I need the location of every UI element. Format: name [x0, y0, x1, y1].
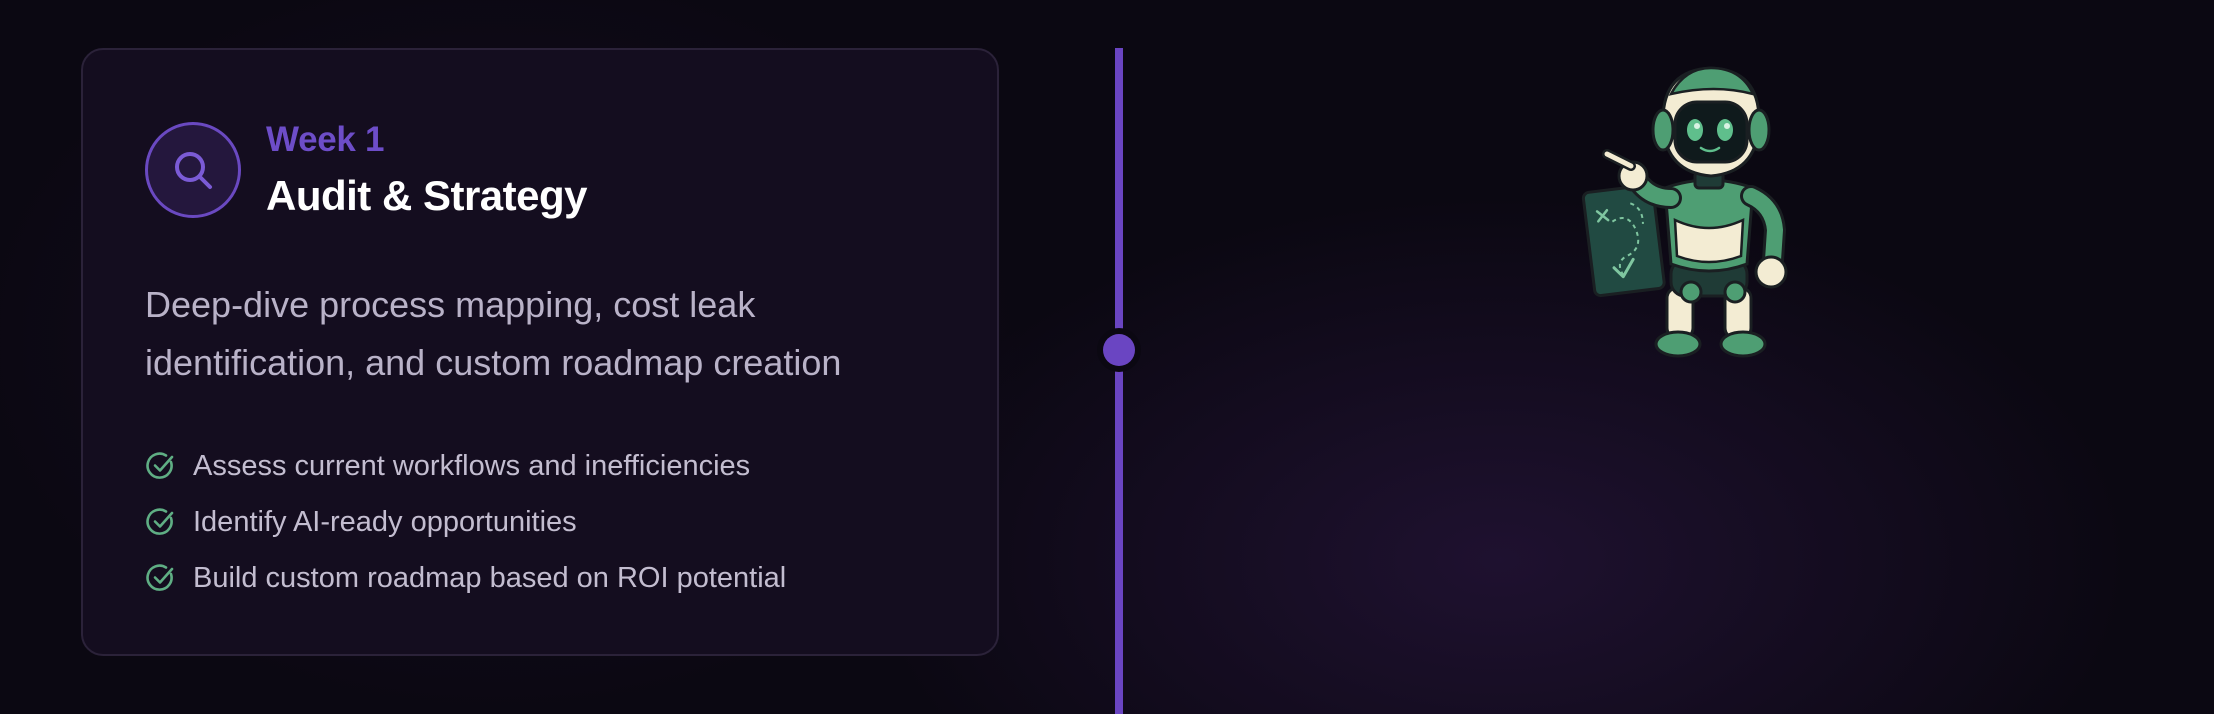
checklist: Assess current workflows and inefficienc…: [145, 438, 786, 606]
robot-with-map-icon: [1581, 66, 1788, 358]
step-title: Audit & Strategy: [266, 172, 588, 219]
check-circle-icon: [146, 564, 174, 591]
checklist-item: Assess current workflows and inefficienc…: [145, 438, 786, 494]
checklist-item-text: Identify AI-ready opportunities: [193, 505, 577, 538]
checklist-item: Build custom roadmap based on ROI potent…: [145, 550, 786, 606]
search-icon: [145, 122, 241, 218]
checklist-item-text: Assess current workflows and inefficienc…: [193, 449, 751, 482]
check-circle-icon: [146, 452, 174, 479]
timeline-line: [1115, 48, 1123, 714]
checklist-item-text: Build custom roadmap based on ROI potent…: [193, 561, 787, 594]
step-description: Deep-dive process mapping, cost leak ide…: [145, 284, 842, 383]
checklist-item: Identify AI-ready opportunities: [145, 494, 786, 550]
timeline-dot: [1103, 334, 1135, 366]
check-circle-icon: [146, 508, 174, 535]
week-label: Week 1: [266, 120, 385, 159]
